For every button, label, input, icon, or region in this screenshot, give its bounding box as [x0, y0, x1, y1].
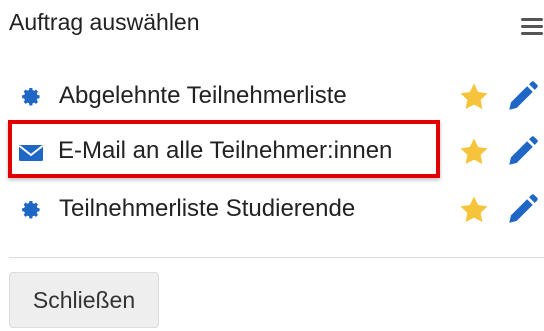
footer-divider — [9, 257, 544, 258]
pencil-icon[interactable] — [505, 135, 539, 169]
dialog-title: Auftrag auswählen — [9, 9, 200, 35]
list-item-abgelehnte-teilnehmerliste[interactable]: Abgelehnte Teilnehmerliste — [18, 76, 538, 116]
item-label: Abgelehnte Teilnehmerliste — [59, 82, 347, 109]
gear-icon — [22, 201, 40, 219]
star-icon[interactable] — [457, 135, 491, 169]
pencil-icon[interactable] — [505, 193, 539, 227]
list-item-teilnehmerliste-studierende[interactable]: Teilnehmerliste Studierende — [18, 189, 538, 229]
star-icon[interactable] — [457, 80, 491, 114]
gear-icon — [22, 88, 40, 106]
dialog-header: Auftrag auswählen — [9, 0, 544, 50]
star-icon[interactable] — [457, 193, 491, 227]
hamburger-menu-icon[interactable] — [521, 18, 543, 35]
pencil-icon[interactable] — [505, 80, 539, 114]
close-button[interactable]: Schließen — [9, 272, 159, 328]
highlight-box — [8, 120, 440, 178]
item-label: Teilnehmerliste Studierende — [59, 195, 356, 222]
